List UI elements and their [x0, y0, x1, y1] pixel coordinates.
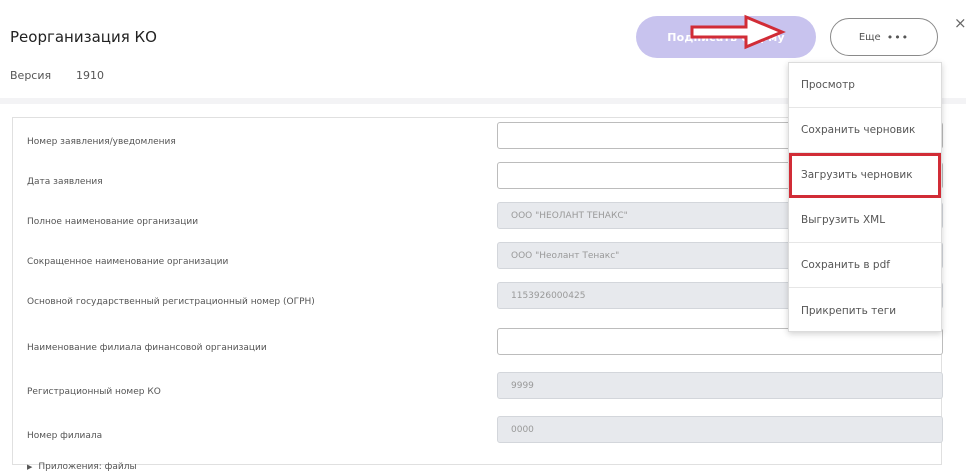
more-button-label: Еще: [858, 31, 881, 43]
menu-item-preview[interactable]: Просмотр: [789, 63, 941, 108]
form-row-branch-number: Номер филиала 0000: [13, 412, 943, 459]
version-value: 1910: [76, 69, 104, 82]
menu-item-export-xml[interactable]: Выгрузить XML: [789, 198, 941, 243]
row-label: Номер филиала: [27, 430, 103, 441]
row-label: Регистрационный номер КО: [27, 386, 161, 397]
version-label: Версия: [10, 69, 52, 82]
close-icon[interactable]: ×: [954, 14, 966, 32]
menu-item-save-pdf[interactable]: Сохранить в pdf: [789, 243, 941, 288]
expand-triangle-icon: ▶: [27, 463, 33, 471]
registration-number-field: 9999: [497, 372, 943, 399]
form-row-registration-number: Регистрационный номер КО 9999: [13, 368, 943, 415]
more-dropdown-menu: Просмотр Сохранить черновик Загрузить че…: [788, 62, 942, 332]
page-title: Реорганизация КО: [10, 28, 157, 46]
attachments-toggle[interactable]: ▶ Приложения: файлы: [27, 462, 137, 472]
row-label: Основной государственный регистрационный…: [27, 296, 315, 307]
red-arrow-annotation: [690, 14, 786, 50]
attachments-label: Приложения: файлы: [38, 462, 137, 472]
row-label: Наименование филиала финансовой организа…: [27, 342, 267, 353]
more-button[interactable]: Еще •••: [830, 18, 938, 56]
menu-item-save-draft[interactable]: Сохранить черновик: [789, 108, 941, 153]
branch-number-field: 0000: [497, 416, 943, 443]
menu-item-load-draft[interactable]: Загрузить черновик: [789, 153, 941, 198]
menu-item-attach-tags[interactable]: Прикрепить теги: [789, 288, 941, 333]
ellipsis-icon: •••: [886, 30, 910, 44]
